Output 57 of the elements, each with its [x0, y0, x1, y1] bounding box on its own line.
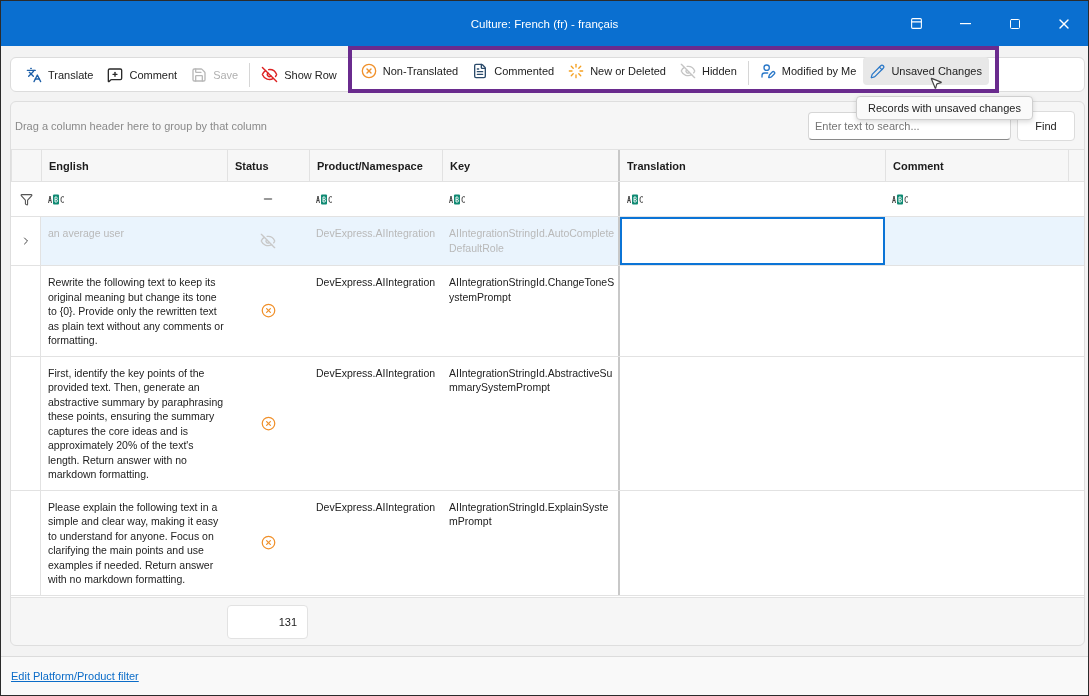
column-header[interactable]: Comment [885, 150, 1068, 181]
column-header[interactable]: Product/Namespace [309, 150, 442, 181]
filter-button[interactable]: Modified by Me [752, 57, 864, 85]
table-row[interactable] [11, 490, 1084, 596]
edit-filter-link[interactable]: Edit Platform/Product filter [11, 670, 139, 682]
circled-x-icon [360, 63, 377, 79]
table-cell-text: AIIntegrationStringId.ChangeToneSystemPrompt [448, 275, 616, 305]
filter-button[interactable]: Non-Translated [353, 57, 466, 85]
text-filter-icon [892, 193, 909, 205]
text-filter-icon [449, 193, 466, 205]
table-cell-text: DevExpress.AIIntegration [315, 365, 437, 381]
table-cell-text: Rewrite the following text to keep its original meaning but change its tone to {0}. Provide only the rewritten text as plain text without any comments or formatting. [47, 275, 225, 348]
tooltip: Records with unsaved changes [856, 96, 1033, 120]
pencil-person-icon [759, 63, 776, 79]
circled-x-icon [260, 303, 276, 319]
table-cell-text: AIIntegrationStringId.ExplainSystemPrompt [448, 499, 610, 529]
filter-button[interactable]: Unsaved Changes [863, 57, 989, 85]
translate-icon [26, 66, 42, 83]
eye-off-icon [260, 233, 276, 249]
minimize-icon [960, 22, 971, 25]
column-header[interactable]: Status [227, 150, 309, 181]
eye-off-icon [261, 66, 279, 83]
toolbar-button[interactable]: Show Row [254, 60, 344, 89]
eye-off-icon [679, 63, 696, 79]
filter-icon [19, 192, 33, 206]
filter-button[interactable]: New or Deleted [561, 57, 673, 85]
circled-x-icon [260, 535, 276, 550]
toolbar-button[interactable]: Comment [100, 60, 185, 89]
table-row[interactable] [11, 266, 1084, 357]
column-header[interactable]: English [41, 150, 227, 181]
table-cell-text: AIIntegrationStringId.AbstractiveSummarySystemPrompt [448, 365, 614, 395]
maximize-icon [1008, 17, 1021, 30]
circled-x-icon [260, 415, 276, 431]
table-cell-text: DevExpress.AIIntegration [315, 226, 437, 241]
table-cell-text: DevExpress.AIIntegration [315, 275, 437, 290]
row-count-summary: 131 [227, 604, 308, 639]
filter-button[interactable]: Commented [465, 57, 562, 85]
table-cell-text: AIIntegrationStringId.AutoCompleteDefaultRole [448, 226, 616, 256]
translation-editor[interactable] [620, 217, 885, 265]
table-cell-text: Please explain the following text in a simple and clear way, making it easy to understand for anyone. Focus on clarifying the main points and use examples if needed. Return answer with no markdown formatting. [47, 499, 220, 587]
table-cell-text: DevExpress.AIIntegration [315, 499, 437, 515]
column-header[interactable]: Key [442, 150, 618, 181]
text-filter-icon [48, 193, 65, 205]
text-filter-icon [316, 193, 333, 205]
text-filter-icon [627, 193, 644, 205]
sparkle-icon [568, 63, 585, 79]
group-panel-hint: Drag a column header here to group by that column [15, 119, 268, 132]
table-row[interactable] [11, 356, 1084, 491]
note-icon [472, 63, 489, 79]
pencil-icon [870, 63, 886, 79]
table-cell-text: an average user [47, 226, 125, 241]
toolbar-button[interactable]: Translate [19, 60, 101, 89]
note-plus-icon [107, 66, 124, 83]
window-title: Culture: French (fr) - français [470, 17, 619, 30]
panel-icon [910, 17, 923, 30]
table-cell-text: First, identify the key points of the provided text. Then, generate an abstractive summary by paraphrasing these points, ensuring the summary captures the core ideas and is approximately 20% of the text's length. Return answer with no markdown formatting. [47, 365, 225, 482]
filter-button[interactable]: Hidden [672, 57, 744, 85]
